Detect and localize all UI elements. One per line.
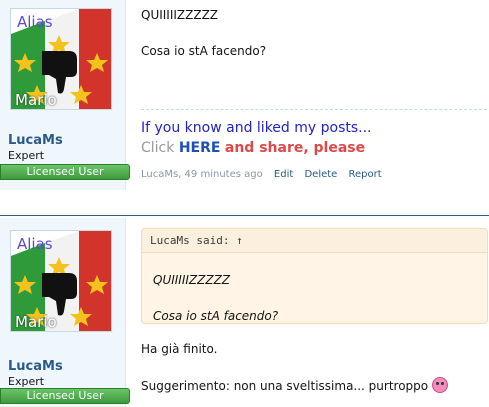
post-author-time[interactable]: LucaMs, 49 minutes ago (141, 169, 263, 180)
signature-text: If you know and liked my posts... (141, 120, 372, 136)
signature-click-text: Click (141, 140, 175, 156)
signature-cta: Click HERE and share, please (141, 140, 365, 156)
signature-here-link[interactable]: HERE (179, 140, 221, 156)
post: Alias Mario LucaMs Expert Licensed User … (0, 218, 489, 407)
message-meta: LucaMs, 49 minutes ago Edit Delete Repor… (141, 169, 382, 180)
username-link[interactable]: LucaMs (8, 359, 63, 374)
avatar-bottom-text: Mario (15, 91, 57, 109)
signature-divider (141, 109, 487, 110)
avatar-top-text: Alias (17, 235, 53, 253)
message-user-info: Alias Mario LucaMs Expert (0, 0, 126, 190)
quote-block: LucaMs said: ↑ QUIIIIIZZZZZ Cosa io stA … (141, 228, 488, 324)
username-link[interactable]: LucaMs (8, 133, 63, 148)
quote-attribution-link[interactable]: LucaMs said: ↑ (142, 229, 487, 253)
avatar-bottom-text: Mario (15, 313, 57, 331)
message-text-with-emoji: Suggerimento: non una sveltissima... pur… (141, 377, 449, 393)
signature-share-text: and share, please (224, 140, 366, 156)
avatar[interactable]: Alias Mario (10, 8, 112, 110)
message-text: QUIIIIIZZZZZ (141, 8, 219, 22)
avatar-top-text: Alias (17, 13, 53, 31)
report-link[interactable]: Report (349, 169, 382, 180)
user-title: Expert (8, 375, 45, 388)
quote-text: Cosa io stA facendo? (153, 309, 279, 323)
quote-text: QUIIIIIZZZZZ (153, 273, 231, 287)
licensed-user-banner: Licensed User (0, 164, 130, 180)
licensed-user-banner: Licensed User (0, 388, 130, 404)
post-divider (0, 215, 489, 216)
delete-link[interactable]: Delete (304, 169, 337, 180)
post: Alias Mario LucaMs Expert Licensed User … (0, 0, 489, 216)
message-user-info: Alias Mario LucaMs Expert (0, 218, 126, 407)
avatar[interactable]: Alias Mario (10, 230, 112, 332)
tongue-out-emoji-icon (432, 377, 449, 393)
message-text: Suggerimento: non una sveltissima... pur… (141, 379, 429, 393)
edit-link[interactable]: Edit (274, 169, 293, 180)
message-text: Cosa io stA facendo? (141, 44, 267, 58)
message-text: Ha già finito. (141, 342, 218, 356)
user-title: Expert (8, 149, 45, 162)
